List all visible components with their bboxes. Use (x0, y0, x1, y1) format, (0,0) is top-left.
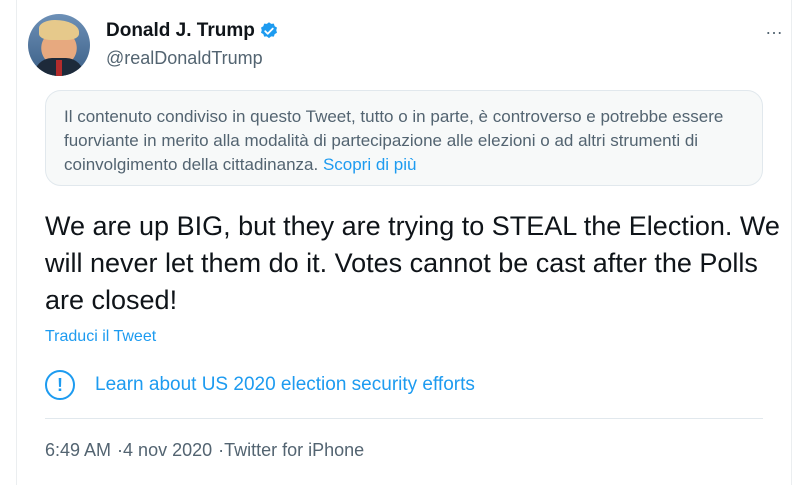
translate-tweet-link[interactable]: Traduci il Tweet (45, 328, 156, 346)
tweet-source[interactable]: Twitter for iPhone (224, 440, 364, 460)
tweet-metadata: 6:49 AM ·4 nov 2020 ·Twitter for iPhone (45, 440, 364, 461)
tweet-date[interactable]: 4 nov 2020 (123, 440, 212, 460)
election-info-link[interactable]: ! Learn about US 2020 election security … (45, 370, 475, 400)
tweet-time[interactable]: 6:49 AM (45, 440, 111, 460)
election-info-label: Learn about US 2020 election security ef… (95, 374, 475, 395)
tweet-text: We are up BIG, but they are trying to ST… (45, 211, 780, 315)
more-options-icon[interactable]: … (765, 18, 783, 39)
author-handle[interactable]: @realDonaldTrump (106, 48, 263, 69)
avatar-tie (56, 60, 62, 76)
author-name-row: Donald J. Trump (106, 20, 279, 42)
misleading-content-notice: Il contenuto condiviso in questo Tweet, … (45, 90, 763, 186)
author-avatar[interactable] (28, 14, 90, 76)
notice-learn-more-link[interactable]: Scopri di più (323, 155, 417, 174)
info-exclamation-icon: ! (45, 370, 75, 400)
tweet-header: Donald J. Trump @realDonaldTrump (28, 14, 778, 78)
avatar-hair (39, 20, 79, 40)
divider (45, 418, 763, 419)
author-display-name[interactable]: Donald J. Trump (106, 20, 255, 42)
verified-badge-icon (259, 21, 279, 41)
